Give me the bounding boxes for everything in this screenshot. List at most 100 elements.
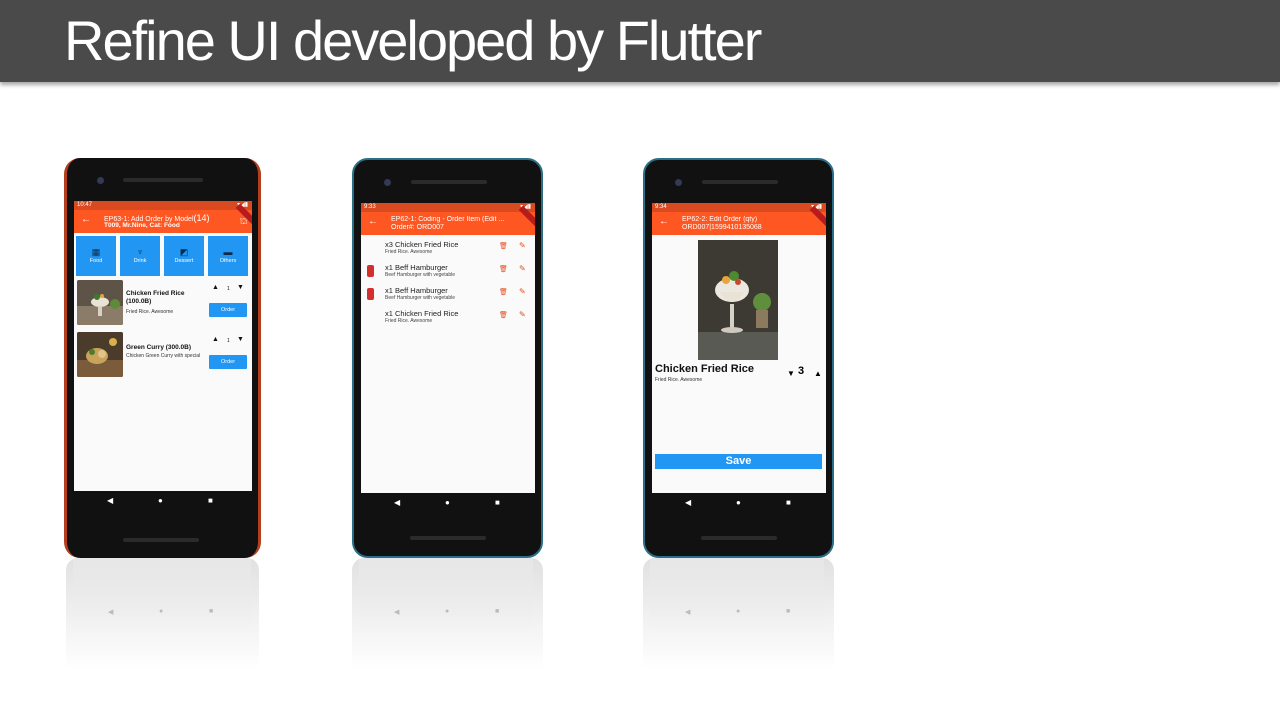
- reflection-nav-home-icon: ●: [445, 608, 450, 615]
- delete-icon[interactable]: 🗑: [499, 288, 508, 296]
- phone-reflection: ◀ ● ■: [66, 558, 259, 670]
- status-time: 9:33: [364, 204, 376, 210]
- list-item[interactable]: x3 Chicken Fried Rice Fried Rice. Awesom…: [361, 238, 535, 260]
- status-time: 9:34: [655, 204, 667, 210]
- edit-icon[interactable]: ✎: [519, 310, 526, 319]
- screen: 10:47 ▾◢▮ ← EP63-1: Add Order by Model(1…: [74, 201, 252, 491]
- item-name: x1 Beff Hamburger: [385, 263, 448, 272]
- list-item[interactable]: x1 Chicken Fried Rice Fried Rice. Awesom…: [361, 307, 535, 329]
- food-image: [77, 280, 123, 325]
- phone-body: 10:47 ▾◢▮ ← EP63-1: Add Order by Model(1…: [64, 158, 261, 558]
- item-desc: Beef Hamburger with vegetable: [385, 272, 456, 278]
- food-desc: Fried Rice. Awesome: [126, 309, 174, 315]
- item-desc: Beef Hamburger with vegetable: [385, 295, 456, 301]
- item-name: x1 Chicken Fried Rice: [385, 309, 459, 318]
- list-item: Green Curry (300.0B) Chicken Green Curry…: [76, 332, 250, 378]
- can-image: [367, 288, 374, 300]
- edit-icon[interactable]: ✎: [519, 241, 526, 250]
- phone-add-order: 10:47 ▾◢▮ ← EP63-1: Add Order by Model(1…: [64, 158, 261, 558]
- slide-title: Refine UI developed by Flutter: [64, 9, 762, 72]
- edit-icon[interactable]: ✎: [519, 264, 526, 273]
- category-food-button[interactable]: ▦ Food: [76, 236, 116, 276]
- screen: 9:33 ▾◢▮ ← EP62-1: Coding - Order Item (…: [361, 203, 535, 493]
- bottom-speaker: [410, 536, 486, 540]
- category-label: Drink: [133, 258, 147, 264]
- status-bar: 9:33 ▾◢▮: [361, 203, 535, 212]
- app-bar: ← EP63-1: Add Order by Model(14) T009, M…: [74, 203, 252, 233]
- list-item[interactable]: x1 Beff Hamburger Beef Hamburger with ve…: [361, 284, 535, 306]
- phone-body: 9:34 ▾◢▮ ← EP62-2: Edit Order (qty) ORD0…: [643, 158, 834, 558]
- quantity-value: 1: [227, 338, 230, 344]
- phone-reflection: ◀ ● ■: [643, 558, 834, 670]
- list-item[interactable]: x1 Beff Hamburger Beef Hamburger with ve…: [361, 261, 535, 283]
- decrease-icon[interactable]: ▼: [237, 336, 244, 343]
- reflection-nav-home-icon: ●: [736, 608, 741, 615]
- dessert-icon: ◩: [179, 247, 189, 257]
- nav-home-icon[interactable]: ●: [445, 498, 450, 507]
- can-image: [367, 265, 374, 277]
- back-arrow-icon[interactable]: ←: [659, 217, 669, 227]
- category-dessert-button[interactable]: ◩ Dessert: [164, 236, 204, 276]
- delete-icon[interactable]: 🗑: [499, 242, 508, 250]
- list-item: Chicken Fried Rice (100.0B) Fried Rice. …: [76, 280, 250, 326]
- title-bar: Refine UI developed by Flutter: [0, 0, 1280, 82]
- category-label: Food: [89, 258, 103, 264]
- decrease-icon[interactable]: ▼: [237, 284, 244, 291]
- food-desc: Chicken Green Curry with special: [126, 353, 201, 359]
- decrease-icon[interactable]: ▼: [787, 369, 795, 378]
- app-bar-subtitle: T009, Mr.Nine, Cat: Food: [104, 222, 180, 229]
- nav-recent-icon[interactable]: ■: [786, 498, 791, 507]
- category-label: Dessert: [174, 258, 194, 264]
- reflection-nav-back-icon: ◀: [108, 609, 114, 616]
- quantity-stepper: ▲ 1 ▼: [210, 284, 250, 294]
- reflection-screen: [73, 558, 251, 633]
- nav-home-icon[interactable]: ●: [158, 496, 163, 505]
- bottom-speaker: [701, 536, 777, 540]
- back-arrow-icon[interactable]: ←: [368, 217, 378, 227]
- quantity-value: 3: [798, 365, 805, 377]
- reflection-nav-recent-icon: ■: [495, 608, 500, 615]
- edit-icon[interactable]: ✎: [519, 287, 526, 296]
- category-drink-button[interactable]: ♆ Drink: [120, 236, 160, 276]
- reflection-screen: [650, 558, 824, 633]
- item-desc: Fried Rice. Awesome: [385, 249, 433, 255]
- phone-reflection: ◀ ● ■: [352, 558, 543, 670]
- nav-back-icon[interactable]: ◀: [685, 498, 691, 507]
- screen: 9:34 ▾◢▮ ← EP62-2: Edit Order (qty) ORD0…: [652, 203, 826, 493]
- camera: [97, 177, 104, 184]
- increase-icon[interactable]: ▲: [212, 284, 219, 291]
- status-bar: 10:47 ▾◢▮: [74, 201, 252, 210]
- app-bar-subtitle: Order#: ORD007: [391, 224, 444, 231]
- item-name: Chicken Fried Rice: [655, 363, 755, 375]
- delete-icon[interactable]: 🗑: [499, 265, 508, 273]
- status-time: 10:47: [77, 202, 93, 208]
- order-button[interactable]: Order: [209, 355, 247, 369]
- increase-icon[interactable]: ▲: [212, 336, 219, 343]
- status-bar: 9:34 ▾◢▮: [652, 203, 826, 212]
- category-others-button[interactable]: ▬ Others: [208, 236, 248, 276]
- app-bar: ← EP62-2: Edit Order (qty) ORD007|159941…: [652, 205, 826, 235]
- reflection-nav-back-icon: ◀: [394, 609, 400, 616]
- camera: [384, 179, 391, 186]
- item-name: x1 Beff Hamburger: [385, 286, 448, 295]
- reflection-nav-recent-icon: ■: [786, 608, 791, 615]
- nav-home-icon[interactable]: ●: [736, 498, 741, 507]
- speaker: [411, 180, 487, 184]
- nav-back-icon[interactable]: ◀: [394, 498, 400, 507]
- app-bar-subtitle: ORD007|1599410135068: [682, 224, 762, 231]
- reflection-nav-recent-icon: ■: [209, 608, 214, 615]
- order-button[interactable]: Order: [209, 303, 247, 317]
- others-icon: ▬: [223, 247, 233, 257]
- phone-body: 9:33 ▾◢▮ ← EP62-1: Coding - Order Item (…: [352, 158, 543, 558]
- back-arrow-icon[interactable]: ←: [81, 215, 91, 225]
- increase-icon[interactable]: ▲: [814, 369, 822, 378]
- food-image: [77, 332, 123, 377]
- camera: [675, 179, 682, 186]
- nav-recent-icon[interactable]: ■: [208, 496, 213, 505]
- food-name: Chicken Fried Rice (100.0B): [126, 290, 185, 305]
- nav-back-icon[interactable]: ◀: [107, 496, 113, 505]
- phone-edit-qty: 9:34 ▾◢▮ ← EP62-2: Edit Order (qty) ORD0…: [643, 158, 834, 558]
- save-button[interactable]: Save: [655, 454, 822, 469]
- nav-recent-icon[interactable]: ■: [495, 498, 500, 507]
- delete-icon[interactable]: 🗑: [499, 311, 508, 319]
